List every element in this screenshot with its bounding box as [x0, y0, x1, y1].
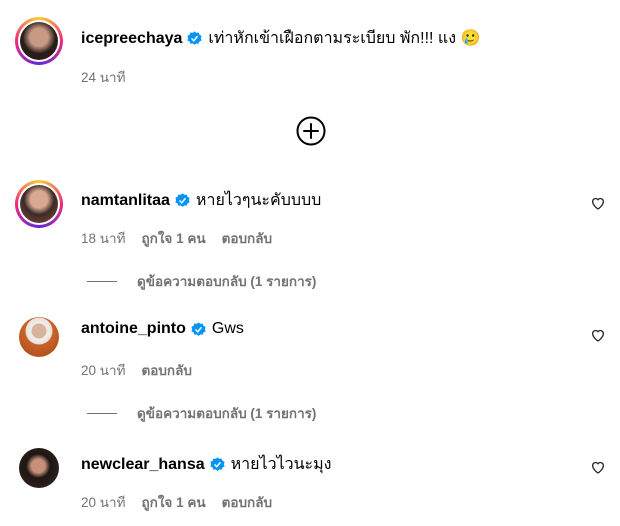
verified-badge-icon [210, 457, 225, 471]
verified-badge-icon [191, 321, 206, 336]
timestamp: 18 นาที [81, 231, 126, 246]
avatar[interactable] [15, 17, 63, 65]
timestamp: 20 นาที [81, 363, 126, 378]
comment-text: Gws [211, 320, 244, 337]
heart-icon[interactable] [590, 459, 606, 475]
view-replies-label: ดูข้อความตอบกลับ (1 รายการ) [137, 406, 317, 421]
divider [87, 280, 117, 282]
reply-button[interactable]: ตอบกลับ [222, 491, 272, 513]
likes-count[interactable]: ถูกใจ 1 คน [141, 491, 205, 513]
comment-text: หายไวๆนะคับบบบ [195, 192, 322, 209]
divider [87, 412, 117, 414]
username[interactable]: namtanlitaa [81, 192, 170, 210]
reply-button[interactable]: ตอบกลับ [222, 227, 272, 249]
heart-icon[interactable] [590, 327, 606, 343]
username[interactable]: icepreechaya [81, 30, 182, 48]
verified-badge-icon [175, 193, 190, 207]
reply-button[interactable]: ตอบกลับ [141, 359, 191, 381]
avatar[interactable] [15, 313, 63, 361]
comment-text: หายไวไวนะมุง [230, 456, 332, 473]
plus-circle-icon[interactable] [295, 115, 327, 147]
caption-text: เท่าหักเข้าเฝือกตามระเบียบ พัก!!! แง 🥲 [208, 30, 481, 47]
view-replies-label: ดูข้อความตอบกลับ (1 รายการ) [137, 274, 317, 289]
heart-icon[interactable] [590, 195, 606, 211]
likes-count[interactable]: ถูกใจ 1 คน [141, 227, 205, 249]
verified-badge-icon [187, 31, 203, 45]
view-replies-button[interactable]: ดูข้อความตอบกลับ (1 รายการ) [87, 402, 316, 424]
username[interactable]: newclear_hansa [81, 456, 205, 474]
view-replies-button[interactable]: ดูข้อความตอบกลับ (1 รายการ) [87, 270, 316, 292]
avatar[interactable] [15, 180, 63, 228]
avatar[interactable] [15, 444, 63, 492]
timestamp: 20 นาที [81, 495, 126, 510]
timestamp: 24 นาที [81, 70, 126, 85]
username[interactable]: antoine_pinto [81, 320, 186, 338]
